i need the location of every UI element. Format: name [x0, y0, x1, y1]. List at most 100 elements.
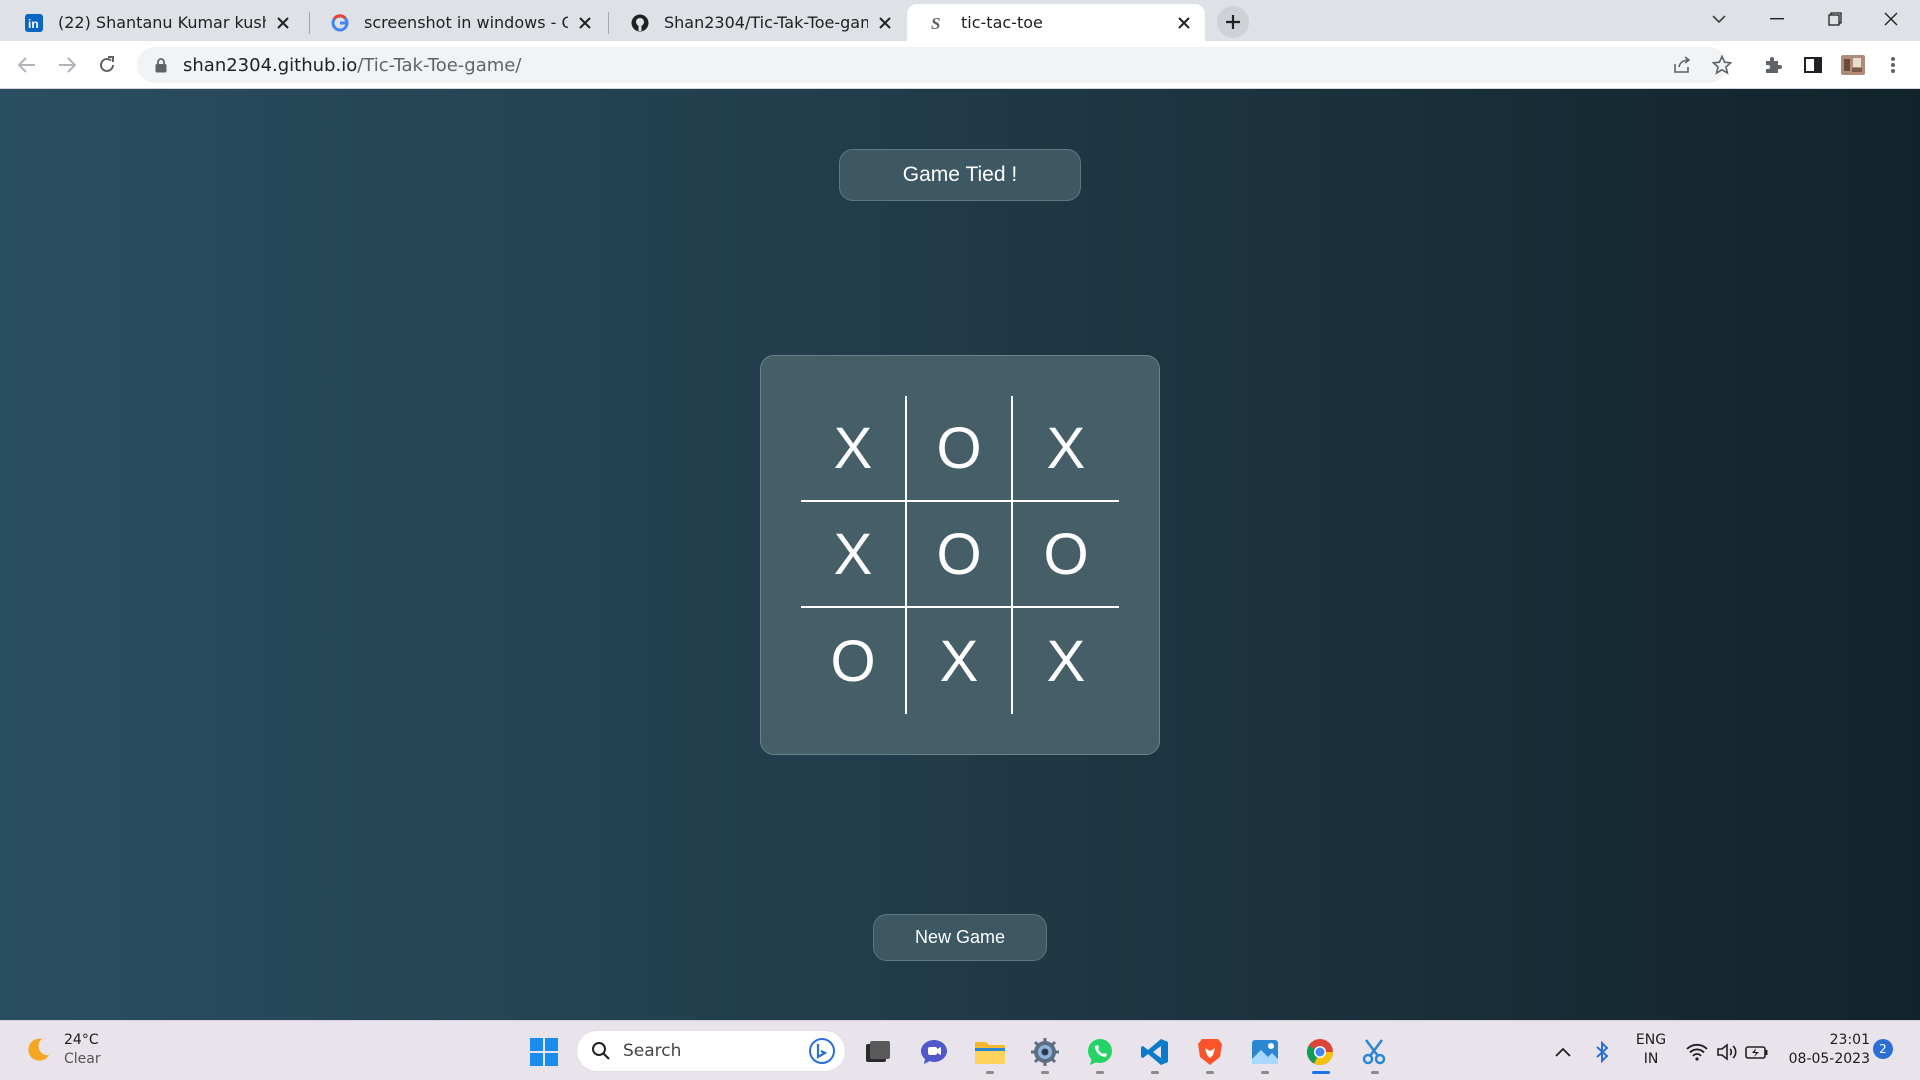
game-status-message: Game Tied !: [839, 149, 1081, 201]
address-bar[interactable]: shan2304.github.io/Tic-Tak-Toe-game/: [137, 47, 1727, 83]
board-cell[interactable]: X: [1013, 608, 1119, 714]
restore-button[interactable]: [1806, 0, 1864, 38]
task-view-icon: [866, 1041, 890, 1062]
windows-taskbar: 24°C Clear Search ENG IN 23:01 08-05-202…: [0, 1020, 1920, 1080]
board-grid: X O X X O O O X X: [801, 396, 1119, 714]
linkedin-icon: in: [24, 13, 44, 33]
close-icon[interactable]: [272, 12, 294, 34]
chrome-button[interactable]: [1303, 1035, 1337, 1069]
battery-button[interactable]: [1740, 1035, 1774, 1069]
profile-button[interactable]: [1838, 50, 1868, 80]
weather-widget[interactable]: 24°C Clear: [22, 1031, 101, 1069]
arrow-right-icon: [59, 57, 76, 73]
chevron-up-icon: [1555, 1047, 1571, 1057]
snipping-tool-button[interactable]: [1358, 1035, 1392, 1069]
speaker-icon: [1717, 1043, 1737, 1061]
minimize-icon: [1770, 18, 1784, 20]
notification-badge[interactable]: 2: [1873, 1039, 1893, 1059]
close-window-button[interactable]: [1862, 0, 1920, 38]
tab-linkedin[interactable]: in (22) Shantanu Kumar kushwaha |: [4, 4, 304, 41]
board-cell[interactable]: O: [801, 608, 907, 714]
menu-button[interactable]: [1878, 50, 1908, 80]
page-content: Game Tied ! X O X X O O O X X New Game: [0, 89, 1920, 1020]
vscode-icon: [1141, 1039, 1168, 1065]
reload-button[interactable]: [92, 50, 122, 80]
bing-icon: [809, 1038, 835, 1064]
board-cell[interactable]: O: [907, 396, 1013, 502]
extensions-button[interactable]: [1758, 50, 1788, 80]
tab-tic-tac-toe[interactable]: S tic-tac-toe: [907, 4, 1205, 41]
running-indicator: [1261, 1071, 1269, 1074]
board-cell[interactable]: X: [801, 396, 907, 502]
share-button[interactable]: [1667, 50, 1697, 80]
brave-browser-button[interactable]: [1193, 1035, 1227, 1069]
svg-text:S: S: [931, 14, 940, 32]
chevron-down-icon: [1712, 15, 1726, 24]
board-cell[interactable]: X: [1013, 396, 1119, 502]
star-icon: [1712, 55, 1732, 75]
lock-icon: [151, 55, 171, 75]
side-panel-button[interactable]: [1798, 50, 1828, 80]
new-game-button[interactable]: New Game: [873, 914, 1047, 961]
file-explorer-button[interactable]: [973, 1035, 1007, 1069]
browser-toolbar: shan2304.github.io/Tic-Tak-Toe-game/: [0, 41, 1920, 89]
board-cell[interactable]: X: [801, 502, 907, 608]
tab-google-search[interactable]: screenshot in windows - Google: [310, 4, 606, 41]
search-icon: [592, 1042, 610, 1060]
reload-icon: [100, 56, 114, 72]
running-indicator: [1096, 1071, 1104, 1074]
plus-icon: [1226, 15, 1240, 29]
whatsapp-icon: [1088, 1039, 1112, 1065]
tab-search-button[interactable]: [1690, 0, 1748, 38]
close-icon[interactable]: [874, 12, 896, 34]
forward-button[interactable]: [52, 50, 82, 80]
brave-lion-icon: [1198, 1039, 1222, 1065]
bookmark-button[interactable]: [1707, 50, 1737, 80]
show-hidden-icons-button[interactable]: [1546, 1035, 1580, 1069]
bluetooth-icon: [1596, 1041, 1609, 1063]
game-board: X O X X O O O X X: [760, 355, 1160, 755]
clock-time: 23:01: [1829, 1032, 1870, 1048]
clock[interactable]: 23:01 08-05-2023: [1782, 1031, 1870, 1069]
browser-tab-strip: in (22) Shantanu Kumar kushwaha | screen…: [0, 0, 1920, 41]
url-path: /Tic-Tak-Toe-game/: [357, 54, 522, 76]
wifi-icon: [1686, 1043, 1708, 1061]
photos-button[interactable]: [1248, 1035, 1282, 1069]
teams-chat-button[interactable]: [917, 1035, 951, 1069]
running-indicator: [1371, 1071, 1379, 1074]
google-icon: [330, 13, 350, 33]
back-button[interactable]: [12, 50, 42, 80]
site-icon: S: [927, 13, 947, 33]
weather-condition: Clear: [64, 1051, 101, 1067]
new-tab-button[interactable]: [1217, 6, 1249, 38]
restore-icon: [1828, 12, 1842, 26]
language-code: ENG: [1635, 1032, 1667, 1048]
settings-button[interactable]: [1028, 1035, 1062, 1069]
minimize-button[interactable]: [1748, 0, 1806, 38]
task-view-button[interactable]: [861, 1035, 895, 1069]
tab-github[interactable]: Shan2304/Tic-Tak-Toe-game: Tic: [610, 4, 906, 41]
running-indicator: [1041, 1071, 1049, 1074]
start-button[interactable]: [527, 1035, 561, 1069]
battery-charging-icon: [1745, 1046, 1768, 1059]
side-panel-icon: [1804, 57, 1822, 73]
weather-temperature: 24°C: [64, 1032, 99, 1048]
close-icon: [1884, 12, 1898, 26]
puzzle-icon: [1766, 57, 1782, 73]
close-icon[interactable]: [1173, 12, 1195, 34]
board-cell[interactable]: O: [1013, 502, 1119, 608]
close-icon[interactable]: [574, 12, 596, 34]
arrow-left-icon: [18, 57, 35, 73]
taskbar-search-box[interactable]: Search: [576, 1030, 846, 1072]
wifi-button[interactable]: [1680, 1035, 1714, 1069]
vscode-button[interactable]: [1138, 1035, 1172, 1069]
language-indicator[interactable]: ENG IN: [1628, 1031, 1674, 1069]
board-cell[interactable]: X: [907, 608, 1013, 714]
bluetooth-button[interactable]: [1585, 1035, 1619, 1069]
board-cell[interactable]: O: [907, 502, 1013, 608]
volume-button[interactable]: [1710, 1035, 1744, 1069]
tab-separator: [608, 12, 609, 34]
svg-text:in: in: [28, 17, 39, 31]
whatsapp-button[interactable]: [1083, 1035, 1117, 1069]
profile-avatar-icon: [1841, 55, 1865, 75]
